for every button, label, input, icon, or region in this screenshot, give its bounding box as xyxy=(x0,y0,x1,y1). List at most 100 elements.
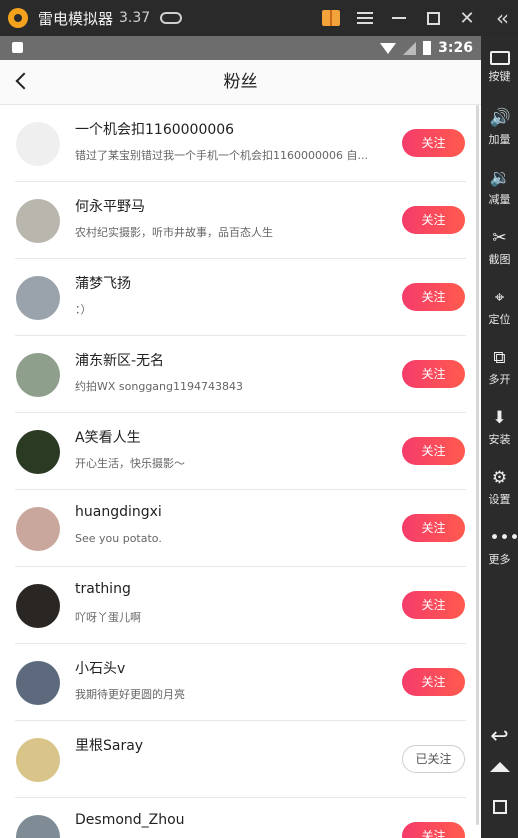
toolbar-item-label: 截图 xyxy=(488,253,511,266)
follower-desc: 吖呀丫蛋儿啊 xyxy=(75,611,141,624)
follower-name: 浦东新区-无名 xyxy=(75,353,165,369)
nav-back-button[interactable]: ↩ xyxy=(481,724,518,749)
location-pin-icon: ⌖ xyxy=(494,288,505,308)
avatar[interactable] xyxy=(16,738,60,782)
follower-name: 蒲梦飞扬 xyxy=(75,276,131,292)
follow-button[interactable]: 关注 xyxy=(402,129,465,157)
follower-desc: 农村纪实摄影，听市井故事，品百态人生 xyxy=(75,226,273,239)
toolbar-item-label: 按键 xyxy=(488,70,511,83)
toolbar-item-multi-instance[interactable]: ⧉ 多开 xyxy=(481,348,518,387)
toolbar-item-label: 定位 xyxy=(488,313,511,326)
scrollbar[interactable] xyxy=(476,105,479,825)
app-logo-icon xyxy=(8,8,28,28)
toolbar-item-volume-up[interactable]: 🔊 加量 xyxy=(481,108,518,147)
toolbar-item-scissors[interactable]: ✂ 截图 xyxy=(481,228,518,267)
follower-name: Desmond_Zhou xyxy=(75,812,185,828)
page-header: 粉丝 xyxy=(0,60,481,105)
toolbar-item-volume-down[interactable]: 🔉 减量 xyxy=(481,168,518,207)
gamepad-icon[interactable] xyxy=(160,12,183,24)
avatar[interactable] xyxy=(16,507,60,551)
avatar[interactable] xyxy=(16,661,60,705)
minimize-button[interactable] xyxy=(382,0,416,36)
signal-icon xyxy=(403,41,417,55)
toolbar-item-label: 加量 xyxy=(488,133,511,146)
follow-button[interactable]: 关注 xyxy=(402,822,465,838)
avatar[interactable] xyxy=(16,199,60,243)
follow-button[interactable]: 关注 xyxy=(402,360,465,388)
list-item[interactable]: 浦东新区-无名 约拍WX songgang1194743843 关注 xyxy=(0,336,474,413)
list-item[interactable]: 小石头v 我期待更好更圆的月亮 关注 xyxy=(0,644,474,721)
follower-desc: 开心生活，快乐摄影～ xyxy=(75,457,185,470)
follower-desc: ：） xyxy=(75,303,92,316)
follower-name: 一个机会扣1160000006 xyxy=(75,122,235,138)
more-dots-icon: ••• xyxy=(489,528,518,548)
follower-name: A笑看人生 xyxy=(75,430,141,446)
toolbar-item-label: 设置 xyxy=(488,493,511,506)
battery-icon xyxy=(423,41,432,55)
follow-button[interactable]: 关注 xyxy=(402,514,465,542)
follower-name: trathing xyxy=(75,581,131,597)
list-item[interactable]: 蒲梦飞扬 ：） 关注 xyxy=(0,259,474,336)
avatar[interactable] xyxy=(16,815,60,838)
android-status-bar: 3:26 xyxy=(0,36,481,60)
recent-apps-icon xyxy=(492,800,507,814)
toolbar-item-label: 多开 xyxy=(488,373,511,386)
toolbar-item-more-dots[interactable]: ••• 更多 xyxy=(481,528,518,567)
maximize-button[interactable] xyxy=(416,0,450,36)
wifi-icon xyxy=(380,42,397,54)
avatar[interactable] xyxy=(16,122,60,166)
list-item[interactable]: trathing 吖呀丫蛋儿啊 关注 xyxy=(0,567,474,644)
follow-button[interactable]: 关注 xyxy=(402,668,465,696)
gear-icon: ⚙ xyxy=(491,468,508,488)
follower-desc: See you potato. xyxy=(75,532,162,545)
toolbar-item-label: 减量 xyxy=(488,193,511,206)
following-button[interactable]: 已关注 xyxy=(402,745,465,773)
follow-button[interactable]: 关注 xyxy=(402,206,465,234)
toolbar-item-apk-install[interactable]: ⬇ 安装 xyxy=(481,408,518,447)
follower-desc: 错过了某宝别错过我一个手机一个机会扣1160000006 自... xyxy=(75,149,368,162)
follower-name: 里根Saray xyxy=(75,738,144,754)
list-item[interactable]: 一个机会扣1160000006 错过了某宝别错过我一个手机一个机会扣1160000… xyxy=(0,105,474,182)
toolbar-item-keyboard[interactable]: 按键 xyxy=(481,48,518,84)
list-item[interactable]: A笑看人生开心生活，快乐摄影～ 关注 xyxy=(0,413,474,490)
multi-instance-icon: ⧉ xyxy=(493,348,506,368)
avatar[interactable] xyxy=(16,584,60,628)
avatar[interactable] xyxy=(16,353,60,397)
list-item[interactable]: 何永平野马农村纪实摄影，听市井故事，品百态人生 关注 xyxy=(0,182,474,259)
follower-desc: 我期待更好更圆的月亮 xyxy=(75,688,185,701)
follower-name: 何永平野马 xyxy=(75,199,145,215)
avatar[interactable] xyxy=(16,430,60,474)
toolbar-item-label: 更多 xyxy=(488,553,511,566)
gift-button[interactable] xyxy=(314,0,348,36)
follow-button[interactable]: 关注 xyxy=(402,591,465,619)
list-item[interactable]: huangdingxi See you potato. 关注 xyxy=(0,490,474,567)
menu-button[interactable] xyxy=(348,0,382,36)
notification-icon xyxy=(12,42,23,53)
page-title: 粉丝 xyxy=(223,72,258,92)
follower-name: 小石头v xyxy=(75,661,126,677)
window-version: 3.37 xyxy=(119,10,151,26)
volume-down-icon: 🔉 xyxy=(489,168,511,188)
nav-home-button[interactable] xyxy=(481,762,518,772)
minimize-icon xyxy=(392,17,406,19)
menu-icon xyxy=(357,12,373,24)
list-item[interactable]: Desmond_Zhou 关注 xyxy=(0,798,474,838)
toolbar-item-label: 安装 xyxy=(488,433,511,446)
double-chevron-left-icon: ‹‹ xyxy=(496,6,509,30)
collapse-sidebar-button[interactable]: ‹‹ xyxy=(484,0,518,36)
status-time: 3:26 xyxy=(438,40,473,56)
toolbar-item-location-pin[interactable]: ⌖ 定位 xyxy=(481,288,518,327)
nav-recent-button[interactable] xyxy=(481,800,518,814)
follow-button[interactable]: 关注 xyxy=(402,283,465,311)
home-icon xyxy=(489,762,510,772)
keyboard-icon xyxy=(489,51,510,65)
close-button[interactable]: ✕ xyxy=(450,0,484,36)
avatar[interactable] xyxy=(16,276,60,320)
follower-list: 一个机会扣1160000006 错过了某宝别错过我一个手机一个机会扣1160000… xyxy=(0,105,474,838)
follow-button[interactable]: 关注 xyxy=(402,437,465,465)
volume-up-icon: 🔊 xyxy=(489,108,511,128)
list-item[interactable]: 里根Saray 已关注 xyxy=(0,721,474,798)
maximize-icon xyxy=(426,11,440,25)
toolbar-item-gear[interactable]: ⚙ 设置 xyxy=(481,468,518,507)
phone-screen: 3:26 粉丝 一个机会扣1160000006 错过了某宝别错过我一个手机一个机会… xyxy=(0,36,481,838)
